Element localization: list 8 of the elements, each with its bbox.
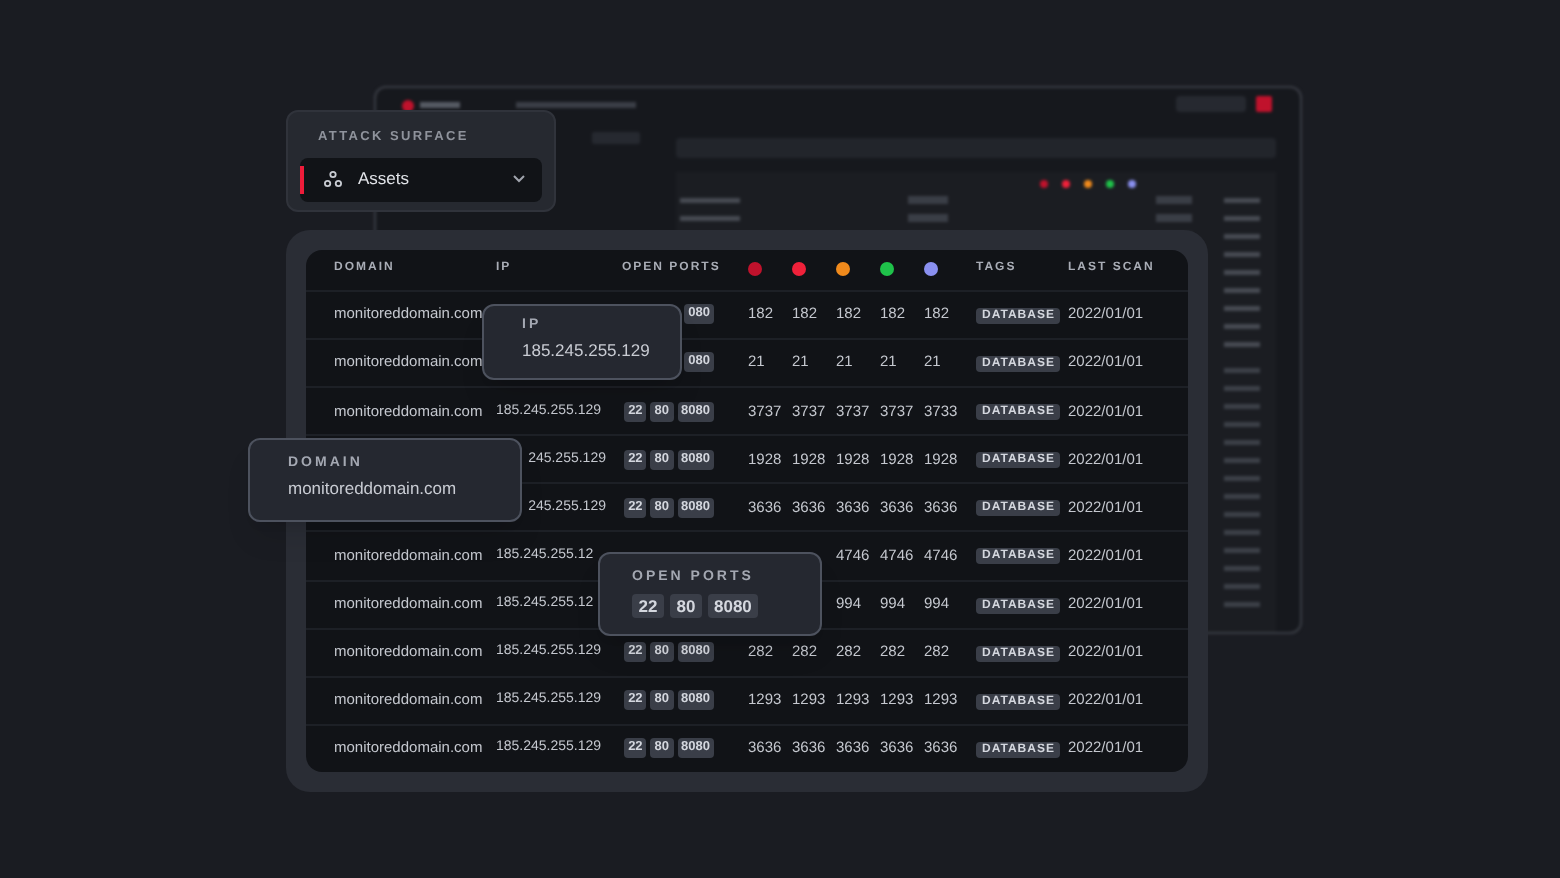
port-chip: 22 <box>632 594 664 618</box>
assets-menu-item[interactable]: Assets <box>300 157 542 201</box>
port-chip: 80 <box>670 594 702 618</box>
tooltip-value: 185.245.255.129 <box>522 342 652 359</box>
tooltip-value: monitoreddomain.com <box>288 480 459 497</box>
nodes-icon <box>324 170 342 188</box>
chevron-down-icon <box>512 174 526 184</box>
port-chip: 8080 <box>708 594 758 618</box>
